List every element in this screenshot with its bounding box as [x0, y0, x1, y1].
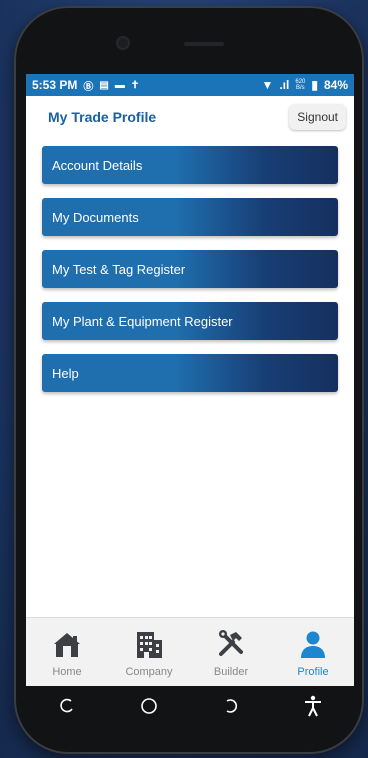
tools-icon — [215, 628, 247, 660]
accessibility-icon: ✝ — [130, 79, 140, 91]
nav-label-company: Company — [125, 666, 173, 678]
battery-icon: ▮ — [311, 78, 318, 92]
recent-apps-button[interactable] — [47, 691, 87, 721]
network-speed: 620 B/s — [295, 79, 306, 91]
home-circle-icon — [141, 698, 157, 714]
menu-item-my-documents[interactable]: My Documents — [42, 198, 338, 236]
accessibility-button[interactable] — [293, 691, 333, 721]
back-button[interactable] — [211, 691, 251, 721]
battery-percent: 84% — [323, 78, 348, 92]
menu-item-help[interactable]: Help — [42, 354, 338, 392]
page-header: My Trade Profile Signout — [26, 96, 354, 138]
nav-label-builder: Builder — [213, 666, 249, 678]
person-icon — [297, 628, 329, 660]
status-time: 5:53 PM — [32, 78, 78, 92]
nav-item-company[interactable]: Company — [112, 618, 186, 678]
app-screen: 5:53 PM Ⓑ ▤ ▬ ✝ ▼ .ıl 620 B/s ▮ 84% My Tr… — [26, 74, 354, 686]
home-button[interactable] — [129, 691, 169, 721]
notification-chat-icon: ▬ — [114, 79, 125, 91]
home-icon — [51, 628, 83, 660]
earpiece-speaker — [184, 42, 224, 46]
phone-bezel-top — [14, 6, 364, 76]
profile-menu: Account Details My Documents My Test & T… — [26, 138, 354, 392]
nav-item-builder[interactable]: Builder — [194, 618, 268, 678]
system-navigation-bar — [26, 686, 354, 726]
signal-icon: .ıl — [279, 78, 290, 92]
notification-message-icon: ▤ — [99, 79, 109, 91]
nav-item-profile[interactable]: Profile — [276, 618, 350, 678]
building-icon — [133, 628, 165, 660]
back-icon — [226, 699, 238, 713]
front-camera — [118, 38, 128, 48]
menu-item-account-details[interactable]: Account Details — [42, 146, 338, 184]
status-bar: 5:53 PM Ⓑ ▤ ▬ ✝ ▼ .ıl 620 B/s ▮ 84% — [26, 74, 354, 96]
accessibility-person-icon — [305, 695, 321, 717]
page-title: My Trade Profile — [48, 109, 157, 125]
nav-label-home: Home — [52, 666, 82, 678]
bottom-navigation: Home Company Builder Profile — [26, 617, 354, 686]
menu-item-plant-equipment-register[interactable]: My Plant & Equipment Register — [42, 302, 338, 340]
nav-label-profile: Profile — [297, 666, 329, 678]
wifi-icon: ▼ — [261, 78, 274, 92]
signout-button[interactable]: Signout — [289, 104, 346, 130]
notification-b-icon: Ⓑ — [83, 81, 94, 93]
nav-item-home[interactable]: Home — [30, 618, 104, 678]
menu-item-test-tag-register[interactable]: My Test & Tag Register — [42, 250, 338, 288]
recent-apps-icon — [60, 698, 73, 713]
